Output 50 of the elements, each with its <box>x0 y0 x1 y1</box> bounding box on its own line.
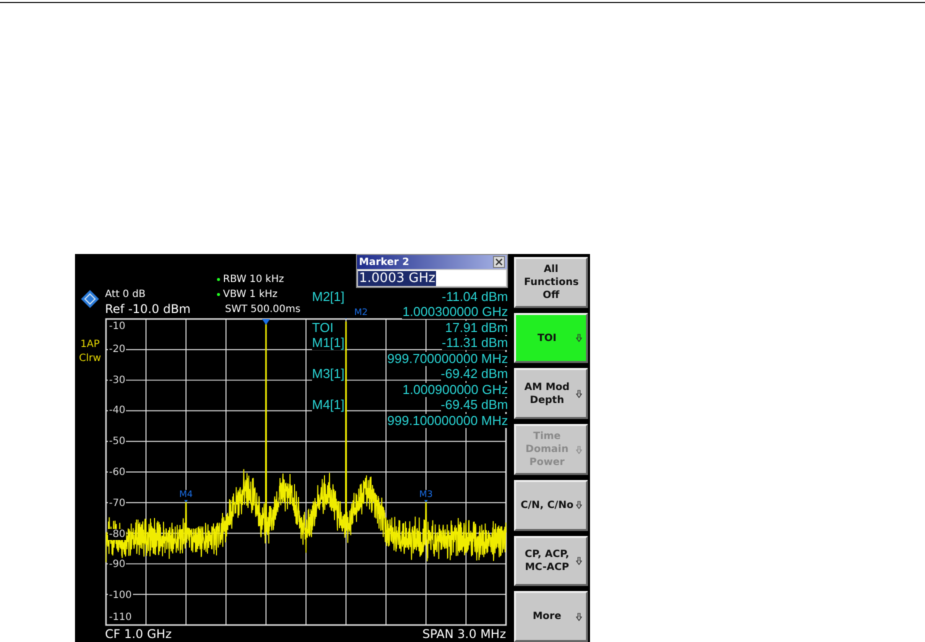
marker-readout-value: 1.000900000 GHz <box>402 382 508 397</box>
marker-label: M2 <box>354 307 368 317</box>
axis-label: -90 <box>108 559 126 570</box>
marker-readout-value: 17.91 dBm <box>445 320 508 335</box>
marker-readout-value: -11.04 dBm <box>442 290 508 304</box>
axis-label: -70 <box>108 498 126 509</box>
marker-readout-label: M4[1] <box>312 398 345 412</box>
marker-readout-label: M1[1] <box>312 336 345 350</box>
diamond-logo-icon <box>80 289 100 309</box>
attenuation-text: Att 0 dB <box>105 288 146 302</box>
status-dot-icon <box>217 278 220 281</box>
marker-readout-value: -11.31 dBm <box>442 336 508 350</box>
sweep-time-text: SWT 500.00ms <box>225 303 300 317</box>
axis-label: -40 <box>108 405 126 416</box>
center-frequency-text: CF 1.0 GHz <box>105 627 172 641</box>
marker-readout-value: 999.100000000 MHz <box>387 414 508 428</box>
dialog-title: Marker 2 <box>359 256 410 268</box>
axis-label: -20 <box>108 344 126 355</box>
axis-label: -30 <box>108 374 126 386</box>
softkey[interactable]: All Functions Off <box>514 257 588 308</box>
axis-label: -50 <box>108 436 126 448</box>
axis-label: -110 <box>108 612 133 623</box>
axis-label: -10 <box>108 321 126 332</box>
status-dot-icon <box>217 293 220 296</box>
marker-readout-value: -69.45 dBm <box>440 398 508 412</box>
reference-level-text: Ref -10.0 dBm <box>105 302 192 317</box>
rbw-text: RBW 10 kHz <box>223 273 284 287</box>
marker-readout-value: 1.000300000 GHz <box>402 305 508 320</box>
softkey[interactable]: AM Mod Depth <box>514 368 588 420</box>
marker-icon <box>262 318 270 325</box>
marker-frequency-field[interactable]: 1.0003 GHz <box>358 270 506 286</box>
axis-label: -80 <box>108 528 126 540</box>
softkey[interactable]: C/N, C/No <box>514 480 588 531</box>
marker-readout-label: TOI <box>312 320 334 335</box>
close-icon[interactable] <box>493 256 505 268</box>
marker-readout-value: 999.700000000 MHz <box>387 352 508 366</box>
softkey[interactable]: More <box>514 591 588 642</box>
axis-label: -100 <box>108 590 133 602</box>
trace-label: Clrw <box>78 352 102 366</box>
axis-label: -60 <box>108 467 126 478</box>
softkey[interactable]: CP, ACP, MC-ACP <box>514 536 588 586</box>
marker-label: M4 <box>179 490 193 500</box>
span-text: SPAN 3.0 MHz <box>422 627 506 641</box>
softkey[interactable]: TOI <box>514 312 588 364</box>
marker-label: M3 <box>419 490 433 500</box>
marker-readout-value: -69.42 dBm <box>440 367 508 382</box>
marker-readout-label: M2[1] <box>312 290 345 304</box>
trace-label: 1AP <box>80 338 100 352</box>
vbw-text: VBW 1 kHz <box>223 288 278 302</box>
marker-readout-label: M3[1] <box>312 367 345 382</box>
